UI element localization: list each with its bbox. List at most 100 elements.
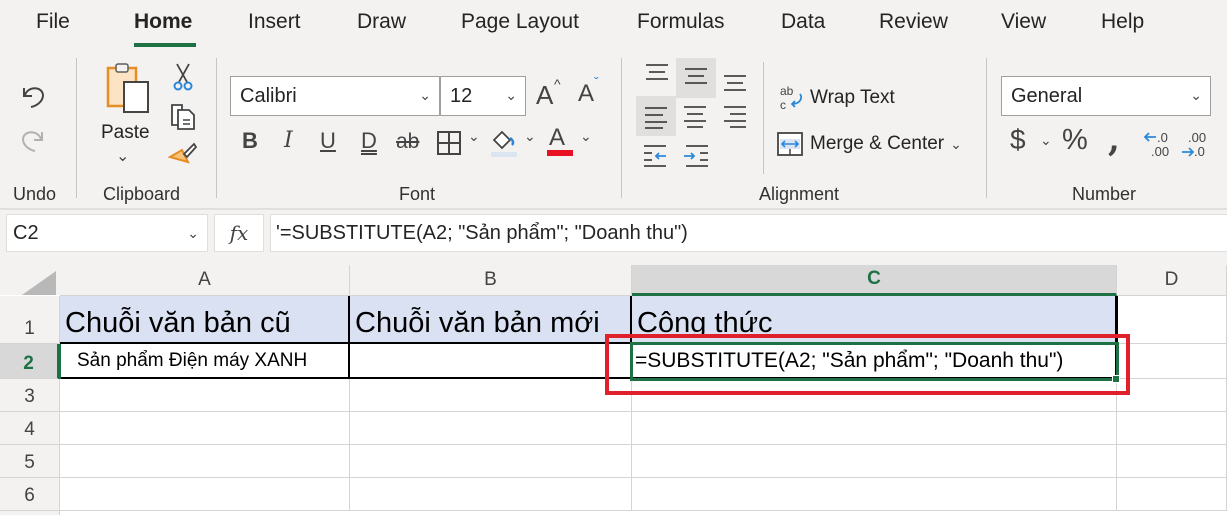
- cell-b1[interactable]: Chuỗi văn bản mới: [350, 296, 632, 344]
- font-color-button[interactable]: A ⌄: [546, 124, 594, 158]
- cell-b5[interactable]: [350, 445, 632, 478]
- column-header-b[interactable]: B: [350, 265, 632, 296]
- tab-file[interactable]: File: [36, 10, 70, 34]
- increase-indent-button[interactable]: [678, 140, 712, 170]
- format-painter-button[interactable]: [167, 140, 198, 170]
- increase-decimal-icon: .0 .00: [1143, 130, 1169, 159]
- tab-page-layout[interactable]: Page Layout: [461, 10, 579, 34]
- cell-b4[interactable]: [350, 412, 632, 445]
- cell-a4[interactable]: [60, 412, 350, 445]
- tab-review[interactable]: Review: [879, 10, 948, 34]
- comma-style-button[interactable]: ,: [1108, 120, 1120, 160]
- copy-button[interactable]: [168, 101, 198, 131]
- decrease-font-size-button[interactable]: Aˇ: [578, 74, 608, 110]
- name-box[interactable]: C2 ⌄: [6, 214, 208, 252]
- row-header-6[interactable]: 6: [0, 478, 60, 511]
- align-center-button[interactable]: [678, 100, 712, 134]
- merge-center-button[interactable]: Merge & Center ⌄: [776, 130, 962, 158]
- column-border: [1116, 296, 1118, 344]
- percent-style-button[interactable]: %: [1062, 124, 1088, 157]
- italic-button[interactable]: I: [284, 128, 293, 153]
- align-left-button[interactable]: [636, 96, 676, 136]
- number-format-value: General: [1011, 84, 1083, 107]
- row-header-3[interactable]: 3: [0, 379, 60, 412]
- insert-function-button[interactable]: fx: [214, 214, 264, 252]
- cell-c4[interactable]: [632, 412, 1117, 445]
- cell-b3[interactable]: [350, 379, 632, 412]
- decrease-indent-button[interactable]: [640, 140, 674, 170]
- row-header-4[interactable]: 4: [0, 412, 60, 445]
- number-format-dropdown[interactable]: General ⌄: [1001, 76, 1211, 116]
- double-underline-button[interactable]: D: [361, 128, 377, 154]
- font-name-dropdown[interactable]: Calibri ⌄: [230, 76, 440, 116]
- fill-color-swatch: [491, 152, 517, 157]
- row-header-2[interactable]: 2: [0, 344, 60, 379]
- middle-align-button[interactable]: [676, 58, 716, 98]
- row-header-7[interactable]: [0, 511, 60, 515]
- redo-button[interactable]: [16, 122, 50, 156]
- column-header-c[interactable]: C: [632, 265, 1117, 296]
- cell-a1[interactable]: Chuỗi văn bản cũ: [60, 296, 350, 344]
- cell-a5[interactable]: [60, 445, 350, 478]
- increase-decimal-button[interactable]: .0 .00: [1142, 128, 1176, 160]
- select-all-button[interactable]: [0, 265, 60, 295]
- wrap-text-button[interactable]: ab c Wrap Text: [778, 84, 895, 112]
- column-header-d[interactable]: D: [1117, 265, 1227, 296]
- comma-icon: ,: [1108, 120, 1120, 160]
- cell-c1[interactable]: Công thức: [632, 296, 1117, 344]
- strikethrough-button[interactable]: ab: [396, 130, 419, 154]
- row-header-1[interactable]: 1: [0, 296, 60, 344]
- cell-d3[interactable]: [1117, 379, 1227, 412]
- font-size-value: 12: [450, 84, 473, 107]
- align-bottom-icon: [724, 75, 746, 91]
- fill-color-button[interactable]: ⌄: [490, 128, 538, 158]
- undo-icon: [23, 87, 45, 108]
- column-header-a[interactable]: A: [60, 265, 350, 296]
- borders-button[interactable]: ⌄: [436, 128, 484, 156]
- svg-text:.00: .00: [1188, 130, 1206, 145]
- cut-button[interactable]: [170, 62, 196, 92]
- cell-c2[interactable]: =SUBSTITUTE(A2; "Sản phẩm"; "Doanh thu"): [632, 344, 1117, 379]
- fill-handle[interactable]: [1112, 375, 1120, 383]
- increase-font-size-button[interactable]: A ^: [536, 76, 566, 110]
- row-header-5[interactable]: 5: [0, 445, 60, 478]
- bottom-align-button[interactable]: [718, 66, 752, 100]
- cell-d6[interactable]: [1117, 478, 1227, 511]
- tab-insert[interactable]: Insert: [248, 10, 301, 34]
- top-align-button[interactable]: [640, 60, 674, 90]
- tab-view[interactable]: View: [1001, 10, 1046, 34]
- align-right-button[interactable]: [718, 100, 752, 134]
- chevron-down-icon: ⌄: [1190, 87, 1202, 103]
- font-size-dropdown[interactable]: 12 ⌄: [440, 76, 526, 116]
- tab-data[interactable]: Data: [781, 10, 825, 34]
- tab-draw[interactable]: Draw: [357, 10, 406, 34]
- tab-formulas[interactable]: Formulas: [637, 10, 725, 34]
- currency-format-button[interactable]: $ ⌄: [1010, 124, 1058, 160]
- tab-help[interactable]: Help: [1101, 10, 1144, 34]
- cell-d1[interactable]: [1117, 296, 1227, 344]
- cell-a6[interactable]: [60, 478, 350, 511]
- group-separator: [216, 58, 217, 198]
- decrease-decimal-button[interactable]: .00 .0: [1180, 128, 1214, 160]
- tab-home[interactable]: Home: [134, 10, 192, 34]
- cell-c6[interactable]: [632, 478, 1117, 511]
- cell-c5[interactable]: [632, 445, 1117, 478]
- cell-a2[interactable]: Sản phẩm Điện máy XANH: [60, 344, 350, 379]
- cell-b6[interactable]: [350, 478, 632, 511]
- paste-button[interactable]: Paste ⌄: [96, 60, 154, 172]
- chevron-down-icon: ⌄: [580, 128, 592, 144]
- cell-b2[interactable]: [350, 344, 632, 379]
- svg-text:.0: .0: [1157, 130, 1168, 145]
- formula-input[interactable]: '=SUBSTITUTE(A2; "Sản phẩm"; "Doanh thu"…: [270, 214, 1227, 252]
- cell-a3[interactable]: [60, 379, 350, 412]
- cell-d5[interactable]: [1117, 445, 1227, 478]
- cell-d2[interactable]: [1117, 344, 1227, 379]
- wrap-text-icon: ab c: [780, 84, 803, 112]
- underline-button[interactable]: U: [320, 128, 336, 154]
- cell-c3[interactable]: [632, 379, 1117, 412]
- cell-d4[interactable]: [1117, 412, 1227, 445]
- bold-button[interactable]: B: [242, 128, 258, 154]
- undo-button[interactable]: [16, 78, 50, 112]
- caret-up-icon: ^: [554, 76, 561, 92]
- row-selection-indicator: [58, 344, 61, 379]
